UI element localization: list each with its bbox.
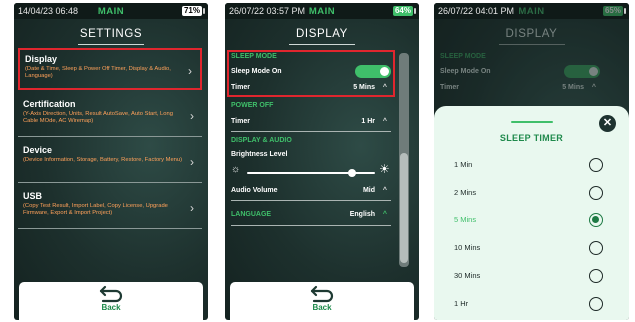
power-off-timer-label: Timer [231,118,250,125]
radio-button[interactable] [589,297,603,311]
battery-icon [414,8,416,14]
chevron-right-icon: › [190,201,194,215]
radio-button[interactable] [589,186,603,200]
sleep-timer-label: Timer [231,84,250,91]
brightness-label: Brightness Level [231,151,288,158]
timer-option-label: 1 Hr [454,299,469,308]
language-row[interactable]: LANGUAGE English ^ [231,211,391,218]
caret-up-icon: ^ [382,187,387,194]
back-button[interactable]: Back [230,282,414,320]
sleep-timer-value: 5 Mins [353,84,375,91]
timer-option[interactable]: 2 Mins [454,186,609,200]
radio-button[interactable] [589,213,603,227]
title-underline [289,44,355,45]
return-arrow-icon [99,285,123,303]
menu-item-description: (Device Information, Storage, Battery, R… [23,157,183,163]
timer-option-label: 1 Min [454,160,473,169]
sleep-timer-screen: 26/07/22 04:01 PM MAIN 65% DISPLAY SLEEP… [434,3,629,320]
menu-item-description: (Copy Test Result, Import Label, Copy Li… [23,203,168,216]
chevron-right-icon: › [188,64,192,78]
sheet-title: SLEEP TIMER [499,133,564,143]
battery-icon [624,8,626,14]
timer-option-label: 2 Mins [454,188,477,197]
status-bar: 14/04/23 06:48 MAIN 71% [14,3,208,19]
audio-volume-value: Mid [362,187,375,194]
section-language: LANGUAGE [231,211,272,218]
caret-up-icon: ^ [382,84,387,91]
timer-option[interactable]: 30 Mins [454,269,609,283]
battery-indicator: 71% [181,6,202,16]
menu-item-label: USB [23,191,43,201]
section-power-off: POWER OFF [231,102,274,109]
chevron-right-icon: › [190,109,194,123]
caret-up-icon: ^ [382,118,387,125]
menu-item-label: Device [23,145,53,155]
menu-item-description: (Y-Axis Direction, Units, Result AutoSav… [23,111,173,124]
sun-icon-small: ☼ [231,164,241,175]
chevron-right-icon: › [190,155,194,169]
menu-item-label: Display [25,54,58,64]
timer-option-label: 30 Mins [454,271,481,280]
timer-option[interactable]: 1 Min [454,158,609,172]
status-mode: MAIN [518,5,545,17]
scrollbar-thumb[interactable] [400,153,408,263]
status-mode: MAIN [308,5,336,17]
menu-item-display[interactable]: Display (Date & Time, Sleep & Power Off … [18,48,202,90]
battery-indicator: 64% [392,6,413,16]
menu-item-description: (Date & Time, Sleep & Power Off Timer, D… [25,66,171,79]
back-button[interactable]: Back [19,282,203,320]
power-off-timer-value: 1 Hr [361,118,375,125]
language-value: English [349,211,375,218]
return-arrow-icon [310,285,334,303]
back-label: Back [101,303,121,312]
settings-screen: 14/04/23 06:48 MAIN 71% SETTINGS Display… [14,3,208,320]
page-title: DISPLAY [296,28,348,40]
power-off-timer-row[interactable]: Timer 1 Hr ^ [231,118,391,125]
menu-item-usb[interactable]: USB (Copy Test Result, Import Label, Cop… [18,187,202,229]
caret-up-icon: ^ [382,211,387,218]
title-underline [78,44,144,45]
timer-option[interactable]: 1 Hr [454,297,609,311]
audio-volume-row[interactable]: Audio Volume Mid ^ [231,187,391,194]
menu-item-label: Certification [23,99,76,109]
sleep-mode-toggle[interactable] [355,65,391,78]
timer-option[interactable]: 10 Mins [454,241,609,255]
battery-icon [203,8,205,14]
brightness-slider-thumb[interactable] [347,169,356,177]
scrollbar[interactable] [399,53,409,267]
sheet-handle[interactable] [510,121,553,123]
sleep-timer-row[interactable]: Timer 5 Mins ^ [231,84,391,91]
status-mode: MAIN [97,5,125,17]
timer-option[interactable]: 5 Mins [454,213,609,227]
timer-option-label: 10 Mins [454,243,481,252]
status-bar: 26/07/22 03:57 PM MAIN 64% [225,3,419,19]
sun-icon: ☀ [379,162,390,176]
radio-button[interactable] [589,158,603,172]
timer-option-label: 5 Mins [454,215,477,224]
section-display-audio: DISPLAY & AUDIO [231,137,292,144]
radio-button[interactable] [589,241,603,255]
divider [231,225,391,226]
sleep-mode-label: Sleep Mode On [231,68,282,75]
section-sleep-mode: SLEEP MODE [231,53,277,60]
radio-button[interactable] [589,269,603,283]
toggle-knob [380,67,389,76]
menu-item-certification[interactable]: Certification (Y-Axis Direction, Units, … [18,95,202,137]
divider [231,200,391,201]
audio-volume-label: Audio Volume [231,187,278,194]
status-bar: 26/07/22 04:01 PM MAIN 65% [434,3,629,19]
battery-indicator: 65% [602,6,623,16]
sleep-timer-sheet: ✕ SLEEP TIMER 1 Min 2 Mins 5 Mins 10 Min… [434,106,629,320]
close-icon[interactable]: ✕ [599,115,616,132]
menu-item-device[interactable]: Device (Device Information, Storage, Bat… [18,141,202,183]
back-label: Back [312,303,332,312]
display-screen: 26/07/22 03:57 PM MAIN 64% DISPLAY SLEEP… [225,3,419,320]
divider [231,131,391,132]
page-title: SETTINGS [79,28,143,40]
